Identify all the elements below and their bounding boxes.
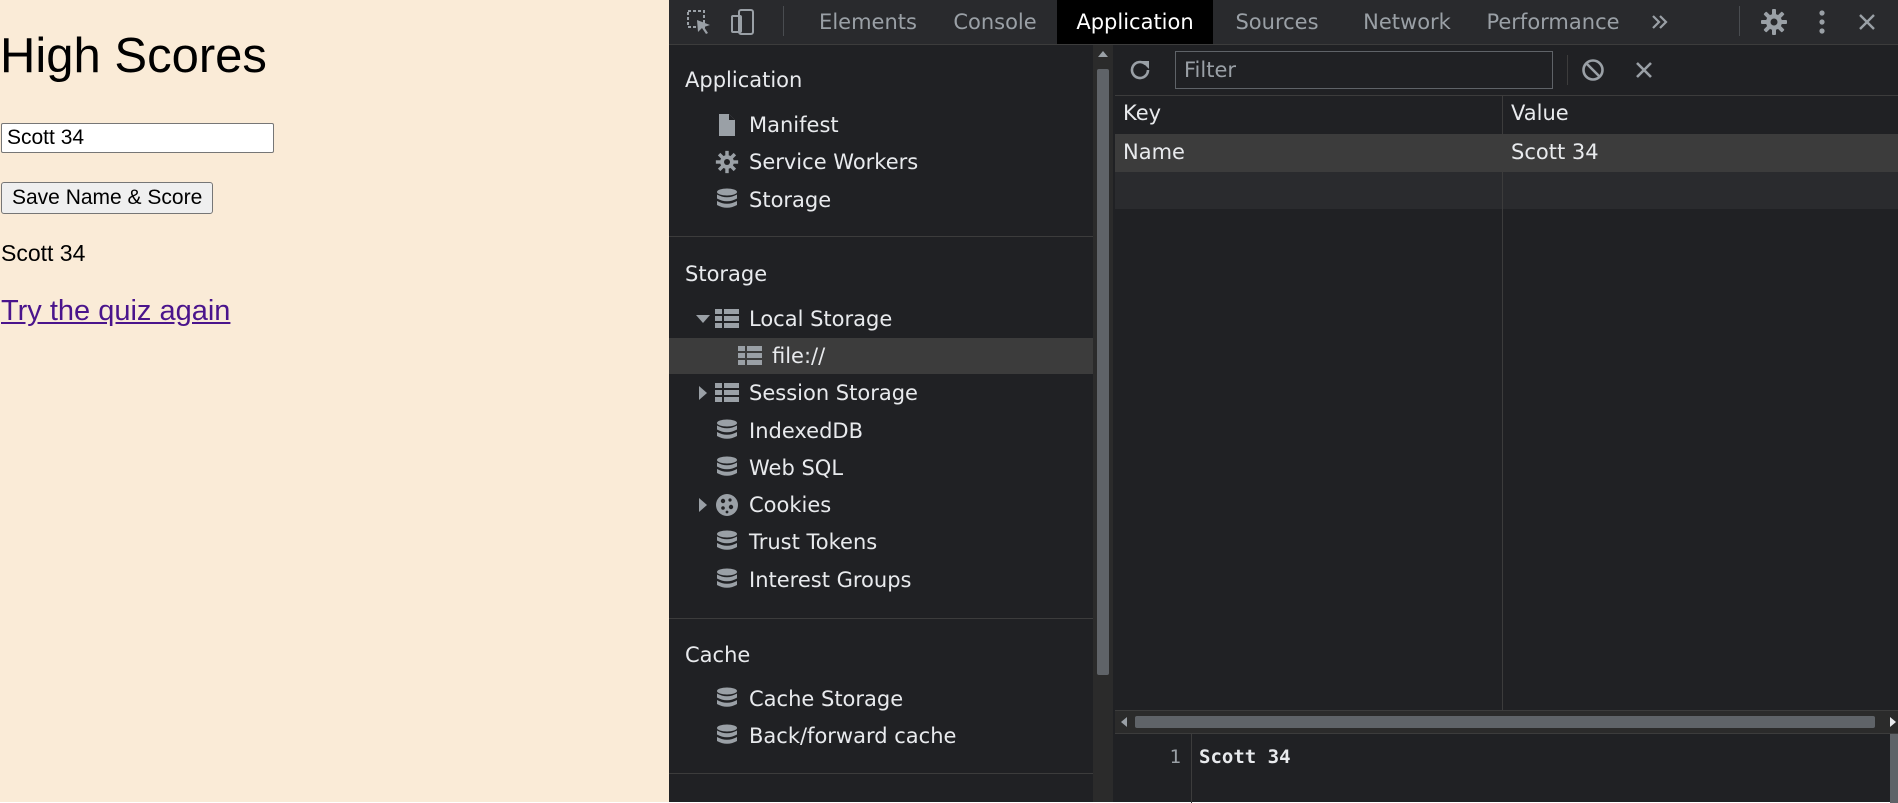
sidebar-item-label: Interest Groups (749, 568, 912, 592)
preview-value-text: Scott 34 (1199, 746, 1291, 768)
saved-score-text: Scott 34 (1, 240, 86, 266)
settings-gear-icon[interactable] (1757, 6, 1791, 38)
expand-arrow-right-icon[interactable] (696, 386, 710, 400)
sidebar-item-back-forward-cache[interactable]: Back/forward cache (669, 718, 1093, 754)
close-icon[interactable] (1849, 6, 1885, 38)
storage-data-grid: Key Value Name Scott 34 (1115, 96, 1898, 710)
database-icon (714, 567, 740, 593)
sidebar-item-cookies[interactable]: Cookies (669, 487, 1093, 523)
section-divider (669, 773, 1093, 774)
devtools-panel: Elements Console Application Sources Net… (669, 0, 1898, 803)
database-icon (714, 686, 740, 712)
web-page: High Scores Save Name & Score Scott 34 T… (0, 0, 669, 802)
tab-performance[interactable]: Performance (1473, 0, 1633, 44)
section-title-application: Application (685, 68, 803, 92)
toolbar-separator (1567, 55, 1568, 85)
scroll-left-arrow-icon[interactable] (1121, 717, 1127, 727)
sidebar-item-label: Cookies (749, 493, 832, 517)
scrollbar-thumb[interactable] (1135, 716, 1875, 728)
empty-table-row[interactable] (1115, 172, 1898, 209)
device-toolbar-icon[interactable] (727, 6, 759, 38)
sidebar-item-label: IndexedDB (749, 419, 863, 443)
database-icon (714, 455, 740, 481)
more-tabs-icon[interactable] (1645, 6, 1675, 38)
more-options-icon[interactable] (1807, 6, 1837, 38)
sidebar-item-interest-groups[interactable]: Interest Groups (669, 562, 1093, 598)
line-number: 1 (1169, 746, 1181, 768)
row-key-cell[interactable]: Name (1123, 140, 1185, 164)
table-row[interactable]: Name Scott 34 (1115, 135, 1898, 172)
try-quiz-again-link[interactable]: Try the quiz again (1, 295, 230, 328)
grid-icon (714, 380, 740, 406)
sidebar-item-storage[interactable]: Storage (669, 182, 1093, 218)
devtools-tabbar: Elements Console Application Sources Net… (669, 0, 1898, 45)
filter-input[interactable] (1175, 51, 1553, 89)
gear-icon (714, 149, 740, 175)
sidebar-item-label: Session Storage (749, 381, 918, 405)
column-divider (1502, 96, 1503, 710)
database-icon (714, 418, 740, 444)
preview-scrollbar[interactable] (1890, 734, 1898, 803)
sidebar-item-label: Local Storage (749, 307, 893, 331)
sidebar-scrollbar[interactable] (1093, 45, 1113, 802)
tabbar-separator (783, 6, 784, 36)
inspect-element-icon[interactable] (683, 6, 715, 38)
section-title-storage: Storage (685, 262, 768, 286)
section-divider (669, 236, 1093, 237)
tab-console[interactable]: Console (933, 0, 1057, 44)
sidebar-item-label: Storage (749, 188, 832, 212)
sidebar-item-local-storage[interactable]: Local Storage (669, 301, 1093, 337)
storage-toolbar (1115, 45, 1898, 96)
section-title-cache: Cache (685, 643, 751, 667)
sidebar-item-label: Trust Tokens (749, 530, 878, 554)
expand-arrow-down-icon[interactable] (696, 312, 710, 326)
database-icon (714, 187, 740, 213)
sidebar-item-local-storage-file[interactable]: file:// (669, 338, 1093, 374)
application-sidebar: Application Manifest Service Workers Sto… (669, 45, 1093, 802)
sidebar-item-indexeddb[interactable]: IndexedDB (669, 413, 1093, 449)
tab-sources[interactable]: Sources (1213, 0, 1341, 44)
tab-network[interactable]: Network (1341, 0, 1473, 44)
sidebar-item-label: Service Workers (749, 150, 919, 174)
column-header-value[interactable]: Value (1511, 101, 1569, 125)
grid-header-row: Key Value (1115, 96, 1898, 135)
clear-all-icon[interactable] (1578, 55, 1608, 85)
tab-application[interactable]: Application (1057, 0, 1213, 44)
save-name-score-button[interactable]: Save Name & Score (1, 182, 214, 214)
grid-horizontal-scrollbar[interactable] (1115, 710, 1898, 733)
scroll-up-arrow-icon[interactable] (1098, 51, 1108, 57)
sidebar-item-label: Manifest (749, 113, 839, 137)
sidebar-item-service-workers[interactable]: Service Workers (669, 144, 1093, 180)
cookie-icon (714, 492, 740, 518)
delete-selected-icon[interactable] (1629, 55, 1659, 85)
expand-arrow-right-icon[interactable] (696, 498, 710, 512)
section-divider (669, 618, 1093, 619)
tabbar-separator (1739, 6, 1740, 36)
page-heading: High Scores (0, 29, 267, 83)
sidebar-item-label: file:// (772, 344, 826, 368)
file-icon (714, 112, 740, 138)
sidebar-item-cache-storage[interactable]: Cache Storage (669, 681, 1093, 717)
sidebar-item-label: Back/forward cache (749, 724, 957, 748)
value-preview-pane: 1 Scott 34 (1115, 733, 1898, 803)
database-icon (714, 529, 740, 555)
tab-elements[interactable]: Elements (803, 0, 933, 44)
sidebar-item-trust-tokens[interactable]: Trust Tokens (669, 524, 1093, 560)
grid-icon (714, 306, 740, 332)
refresh-icon[interactable] (1125, 55, 1155, 85)
row-value-cell[interactable]: Scott 34 (1511, 140, 1599, 164)
column-header-key[interactable]: Key (1123, 101, 1161, 125)
name-score-input[interactable] (1, 123, 274, 153)
scroll-right-arrow-icon[interactable] (1890, 717, 1896, 727)
database-icon (714, 723, 740, 749)
line-number-gutter: 1 (1115, 734, 1192, 803)
sidebar-item-web-sql[interactable]: Web SQL (669, 450, 1093, 486)
sidebar-item-label: Web SQL (749, 456, 844, 480)
sidebar-item-session-storage[interactable]: Session Storage (669, 375, 1093, 411)
grid-icon (737, 343, 763, 369)
scrollbar-thumb[interactable] (1097, 69, 1109, 675)
storage-main-panel: Key Value Name Scott 34 1 Scott 34 (1115, 45, 1898, 803)
sidebar-item-manifest[interactable]: Manifest (669, 107, 1093, 143)
sidebar-item-label: Cache Storage (749, 687, 904, 711)
